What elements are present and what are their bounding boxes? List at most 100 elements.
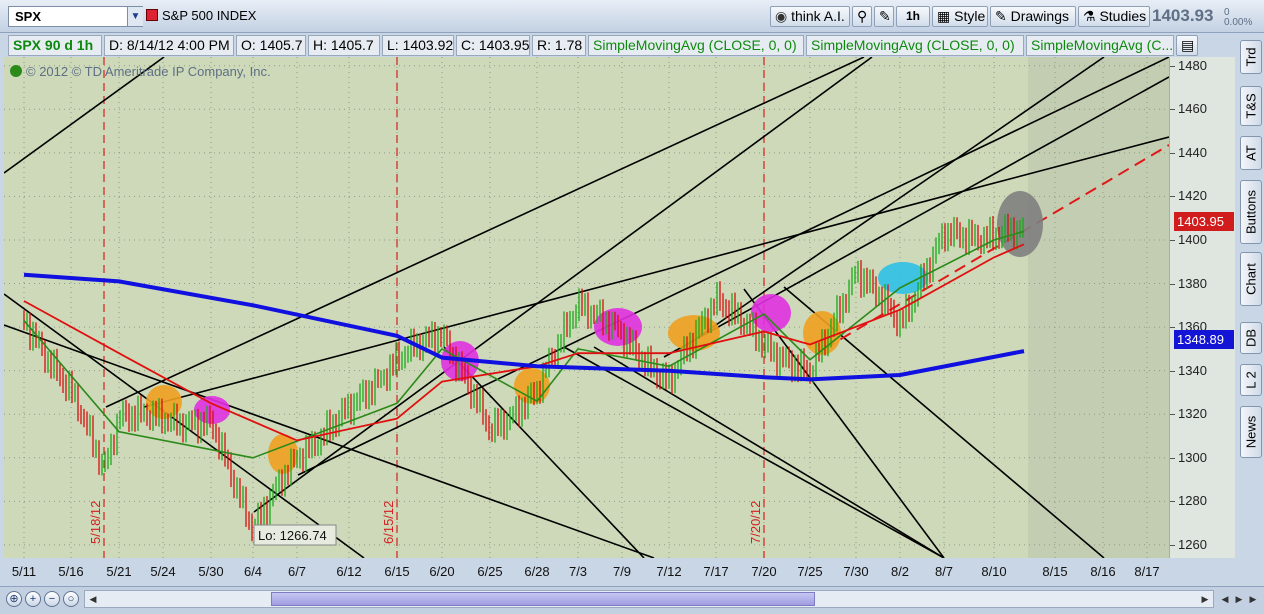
symbol-box[interactable]: ▼ — [8, 6, 143, 27]
tab-time-and-sales[interactable]: T&S — [1240, 86, 1262, 126]
zoom-in-icon[interactable]: + — [25, 591, 41, 607]
tab-label: Buttons — [1243, 189, 1259, 235]
date-tick-label: 6/12 — [336, 564, 362, 579]
price-tag-sma200: 1348.89 — [1174, 330, 1234, 349]
tab-label: T&S — [1243, 93, 1259, 119]
info-bar: SPX 90 d 1h D: 8/14/12 4:00 PM O: 1405.7… — [0, 33, 1264, 57]
date-tick-label: 8/15 — [1042, 564, 1068, 579]
date-tick-label: 8/10 — [981, 564, 1007, 579]
price-tick-mark — [1170, 196, 1175, 198]
tab-chart[interactable]: Chart — [1240, 252, 1262, 306]
price-tick-label: 1460 — [1178, 101, 1207, 117]
symbol-flag-icon — [146, 9, 158, 21]
horizontal-scrollbar[interactable]: ◀ ▶ — [84, 590, 1214, 608]
price-axis[interactable]: 1480 1460 1440 1420 1400 1380 1360 1340 1320 1300… — [1169, 57, 1235, 558]
chart-settings-icon[interactable]: ▤ — [1176, 35, 1198, 56]
tab-level2[interactable]: L 2 — [1240, 364, 1262, 396]
zoom-fit-icon[interactable]: ⊕ — [6, 591, 22, 607]
date-tick-label: 7/20 — [751, 564, 777, 579]
bottom-right-controls: ◀ ▶ ▶ — [1218, 590, 1260, 608]
highlight-ellipse — [751, 294, 791, 332]
link-icon[interactable]: ⚲ — [852, 6, 872, 27]
arrow-end-icon[interactable]: ▶ — [1246, 592, 1260, 606]
price-tick-mark — [1170, 327, 1175, 329]
side-tabs: Trd T&S AT Buttons Chart DB L 2 News — [1238, 36, 1264, 576]
chart-title[interactable]: SPX 90 d 1h — [8, 35, 102, 56]
studies-button[interactable]: ⚗ Studies — [1078, 6, 1150, 27]
toolbar: ▼ S&P 500 INDEX ◉ think A.I. ⚲ ✎ 1h ▦ St… — [0, 0, 1264, 33]
date-tick-label: 7/9 — [612, 564, 632, 579]
date-tick-label: 7/25 — [797, 564, 823, 579]
tab-buttons[interactable]: Buttons — [1240, 180, 1262, 244]
arrow-right-icon[interactable]: ▶ — [1232, 592, 1246, 606]
date-tick-label: 5/30 — [198, 564, 224, 579]
date-tick-label: 6/25 — [477, 564, 503, 579]
last-price: 1403.93 — [1152, 6, 1214, 25]
date-tick-label: 6/7 — [287, 564, 307, 579]
study-label-sma[interactable]: SimpleMovingAvg (CLOSE, 0, 0) — [588, 35, 804, 56]
tab-db[interactable]: DB — [1240, 322, 1262, 354]
studies-label: Studies — [1099, 8, 1147, 24]
price-tick-label: 1340 — [1178, 362, 1207, 378]
chevron-down-icon[interactable]: ▼ — [127, 7, 143, 26]
tab-label: AT — [1243, 145, 1259, 161]
drawings-label: Drawings — [1010, 8, 1069, 24]
date-marker-label: 7/20/12 — [748, 501, 763, 544]
study-label-sma[interactable]: SimpleMovingAvg (C... — [1026, 35, 1174, 56]
price-tick-label: 1280 — [1178, 493, 1207, 509]
scroll-right-icon[interactable]: ▶ — [1198, 592, 1212, 606]
bar-open: O: 1405.7 — [236, 35, 306, 56]
symbol-input[interactable] — [9, 7, 129, 26]
tab-label: DB — [1243, 328, 1259, 348]
style-icon: ▦ — [937, 8, 951, 24]
date-tick-label: 7/3 — [568, 564, 588, 579]
tab-trd[interactable]: Trd — [1240, 40, 1262, 74]
price-tick-mark — [1170, 370, 1175, 372]
price-tick-label: 1320 — [1178, 406, 1207, 422]
tab-label: Chart — [1243, 263, 1259, 295]
drawings-icon: ✎ — [995, 8, 1007, 24]
symbol-name: S&P 500 INDEX — [162, 8, 257, 23]
date-tick-label: 7/17 — [703, 564, 729, 579]
date-tick-label: 8/7 — [934, 564, 954, 579]
zoom-reset-icon[interactable]: ○ — [63, 591, 79, 607]
status-icon — [10, 65, 22, 77]
price-tick-mark — [1170, 544, 1175, 546]
tab-at[interactable]: AT — [1240, 136, 1262, 170]
drawings-button[interactable]: ✎ Drawings — [990, 6, 1076, 27]
price-tick-label: 1260 — [1178, 536, 1207, 552]
date-axis[interactable]: 5/11 5/16 5/21 5/24 5/30 6/4 6/7 6/12 6/15 6/20 6/… — [4, 558, 1169, 584]
price-chart-canvas[interactable]: 5/18/12 6/15/12 7/20/12 © 2012 © TD Amerit… — [3, 56, 1170, 559]
style-button[interactable]: ▦ Style — [932, 6, 988, 27]
think-ai-button[interactable]: ◉ think A.I. — [770, 6, 850, 27]
study-label-sma[interactable]: SimpleMovingAvg (CLOSE, 0, 0) — [806, 35, 1024, 56]
bar-range: R: 1.78 — [532, 35, 586, 56]
price-tick-mark — [1170, 457, 1175, 459]
think-ai-icon: ◉ — [775, 8, 788, 24]
date-tick-label: 5/21 — [106, 564, 132, 579]
date-tick-label: 7/30 — [843, 564, 869, 579]
price-chart[interactable]: 5/18/12 6/15/12 7/20/12 © 2012 © TD Amerit… — [3, 56, 1170, 559]
tab-news[interactable]: News — [1240, 406, 1262, 458]
interval-button[interactable]: 1h — [896, 6, 930, 27]
date-tick-label: 6/20 — [429, 564, 455, 579]
zoom-out-icon[interactable]: − — [44, 591, 60, 607]
wrench-icon[interactable]: ✎ — [874, 6, 894, 27]
date-tick-label: 8/16 — [1090, 564, 1116, 579]
date-tick-label: 5/16 — [58, 564, 84, 579]
lo-label: Lo: 1266.74 — [258, 528, 327, 543]
price-tick-label: 1440 — [1178, 144, 1207, 160]
date-tick-label: 5/11 — [11, 564, 37, 579]
price-tick-label: 1420 — [1178, 188, 1207, 204]
date-tick-label: 6/28 — [524, 564, 550, 579]
date-tick-label: 6/15 — [384, 564, 410, 579]
highlight-ellipse — [668, 315, 720, 351]
date-marker-label: 6/15/12 — [381, 501, 396, 544]
bar-date: D: 8/14/12 4:00 PM — [104, 35, 234, 56]
scroll-left-icon[interactable]: ◀ — [86, 592, 100, 606]
price-tick-mark — [1170, 239, 1175, 241]
price-tick-mark — [1170, 109, 1175, 111]
scroll-thumb[interactable] — [271, 592, 815, 606]
arrow-left-icon[interactable]: ◀ — [1218, 592, 1232, 606]
price-tick-mark — [1170, 501, 1175, 503]
